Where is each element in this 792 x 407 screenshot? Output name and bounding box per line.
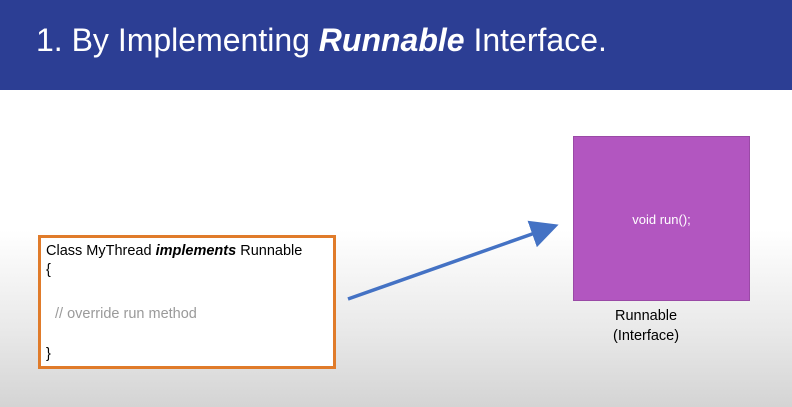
title-suffix: Interface.	[464, 22, 607, 58]
title-prefix: 1. By Implementing	[36, 22, 319, 58]
open-brace: {	[46, 262, 51, 278]
run-method: void run();	[632, 212, 691, 227]
override-comment: // override run method	[55, 306, 197, 322]
class-code-box: Class MyThread implements Runnable { // …	[38, 235, 336, 369]
title-bar: 1. By Implementing Runnable Interface.	[0, 0, 792, 90]
arrow-line	[347, 220, 559, 301]
close-brace: }	[46, 346, 51, 362]
runnable-interface-box: void run();	[573, 136, 750, 301]
class-declaration-suffix: Runnable	[236, 243, 303, 259]
slide-title: 1. By Implementing Runnable Interface.	[36, 22, 607, 59]
implements-keyword: implements	[155, 243, 237, 259]
interface-kind: (Interface)	[613, 328, 680, 344]
class-declaration-prefix: Class MyThread	[46, 243, 156, 259]
interface-name: Runnable	[615, 308, 678, 324]
class-declaration: Class MyThread implements Runnable	[46, 243, 302, 259]
title-emphasis: Runnable	[318, 22, 465, 58]
interface-label: Runnable (Interface)	[613, 306, 679, 346]
